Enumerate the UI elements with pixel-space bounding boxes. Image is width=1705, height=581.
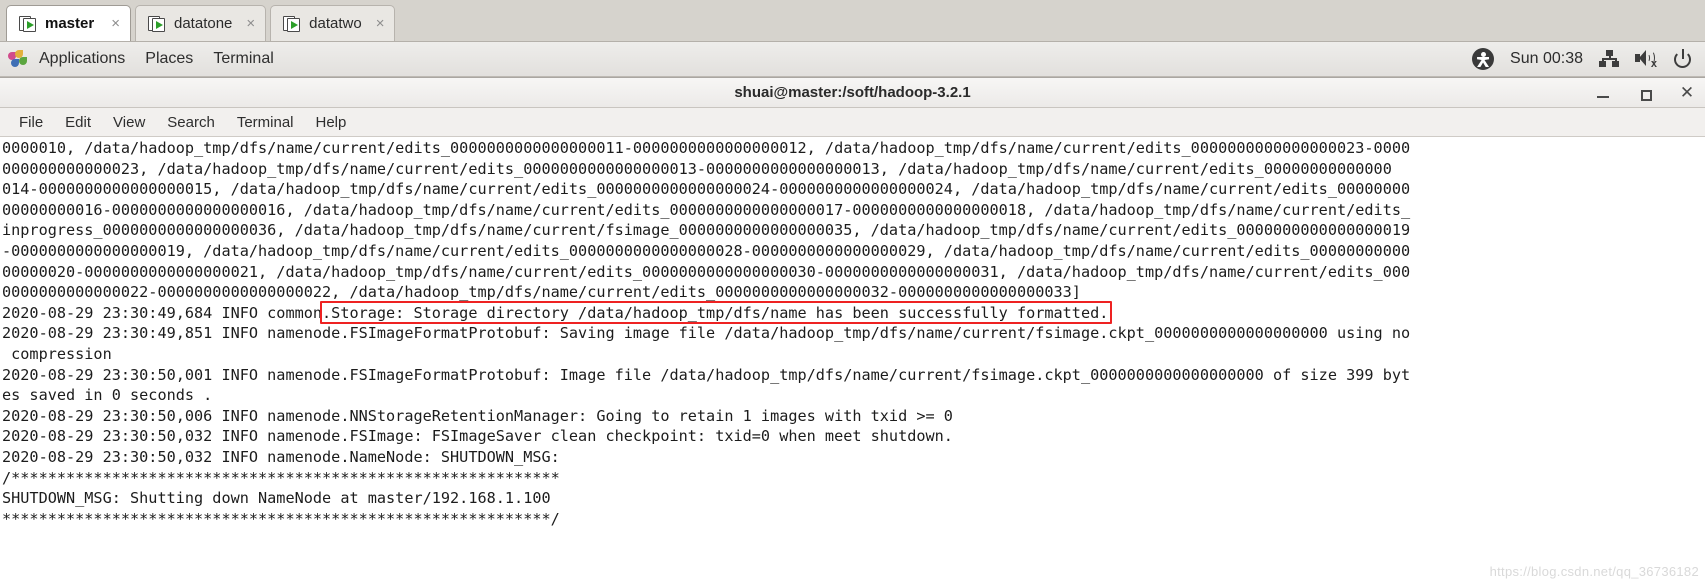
window-buttons: ✕ [1595, 78, 1695, 107]
window-title: shuai@master:/soft/hadoop-3.2.1 [734, 84, 971, 101]
terminal-text: 0000010, /data/hadoop_tmp/dfs/name/curre… [2, 138, 1705, 529]
terminal-line: 014-0000000000000000015, /data/hadoop_tm… [2, 180, 1411, 199]
watermark-label: https://blog.csdn.net/qq_36736182 [1489, 564, 1699, 579]
terminal-window: shuai@master:/soft/hadoop-3.2.1 ✕ File E… [0, 77, 1705, 581]
tab-label: master [45, 15, 95, 32]
network-icon[interactable] [1599, 50, 1619, 68]
menu-help[interactable]: Help [305, 111, 358, 134]
menu-search[interactable]: Search [156, 111, 226, 134]
terminal-line: 0000000000000022-0000000000000000022, /d… [2, 283, 1081, 302]
close-button[interactable]: ✕ [1679, 84, 1695, 101]
accessibility-icon[interactable] [1472, 48, 1495, 70]
terminal-line: -0000000000000000019, /data/hadoop_tmp/d… [2, 241, 1411, 260]
terminal-window-icon [19, 15, 37, 33]
terminal-line: inprogress_0000000000000000036, /data/ha… [2, 221, 1411, 240]
volume-muted-icon[interactable]: x [1635, 49, 1657, 70]
minimize-button[interactable] [1595, 85, 1611, 101]
terminal-line: 2020-08-29 23:30:49,684 INFO common.Stor… [2, 303, 1109, 322]
maximize-button[interactable] [1637, 85, 1653, 101]
terminal-line: 2020-08-29 23:30:49,851 INFO namenode.FS… [2, 324, 1411, 343]
menu-view[interactable]: View [102, 111, 156, 134]
terminal-window-icon [283, 15, 301, 33]
tab-datatone[interactable]: datatone × [135, 5, 267, 41]
menu-edit[interactable]: Edit [54, 111, 102, 134]
terminal-line: ****************************************… [2, 509, 560, 528]
gnome-foot-logo-icon [8, 49, 27, 69]
terminal-line: es saved in 0 seconds . [2, 386, 213, 405]
terminal-output-area[interactable]: 0000010, /data/hadoop_tmp/dfs/name/curre… [0, 137, 1705, 581]
tab-master[interactable]: master × [6, 5, 131, 41]
terminal-window-icon [148, 15, 166, 33]
tab-datatwo[interactable]: datatwo × [270, 5, 396, 41]
power-icon[interactable] [1673, 49, 1693, 69]
desktop-top-panel: Applications Places Terminal Sun 00:38 x [0, 42, 1705, 77]
terminal-line: /***************************************… [2, 468, 560, 487]
menu-applications[interactable]: Applications [29, 47, 135, 71]
tab-label: datatwo [309, 15, 362, 32]
terminal-line: 00000020-0000000000000000021, /data/hado… [2, 262, 1411, 281]
window-titlebar: shuai@master:/soft/hadoop-3.2.1 ✕ [0, 77, 1705, 108]
tab-close-icon[interactable]: × [376, 16, 385, 31]
terminal-line: SHUTDOWN_MSG: Shutting down NameNode at … [2, 489, 551, 508]
terminal-line: 2020-08-29 23:30:50,006 INFO namenode.NN… [2, 406, 953, 425]
menu-terminal[interactable]: Terminal [203, 47, 283, 71]
tab-close-icon[interactable]: × [111, 16, 120, 31]
tab-label: datatone [174, 15, 233, 32]
browser-tab-strip: master × datatone × datatwo × [0, 0, 1705, 42]
terminal-line: 2020-08-29 23:30:50,032 INFO namenode.Na… [2, 447, 560, 466]
terminal-line: 2020-08-29 23:30:50,001 INFO namenode.FS… [2, 365, 1411, 384]
terminal-line: 000000000000023, /data/hadoop_tmp/dfs/na… [2, 159, 1392, 178]
terminal-line: 0000010, /data/hadoop_tmp/dfs/name/curre… [2, 139, 1411, 157]
menu-places[interactable]: Places [135, 47, 203, 71]
menu-terminal[interactable]: Terminal [226, 111, 305, 134]
menu-file[interactable]: File [8, 111, 54, 134]
clock-label[interactable]: Sun 00:38 [1510, 50, 1583, 68]
terminal-menubar: File Edit View Search Terminal Help [0, 108, 1705, 137]
terminal-line: compression [2, 344, 112, 363]
tab-close-icon[interactable]: × [246, 16, 255, 31]
terminal-line: 00000000016-0000000000000000016, /data/h… [2, 200, 1411, 219]
terminal-line: 2020-08-29 23:30:50,032 INFO namenode.FS… [2, 427, 953, 446]
